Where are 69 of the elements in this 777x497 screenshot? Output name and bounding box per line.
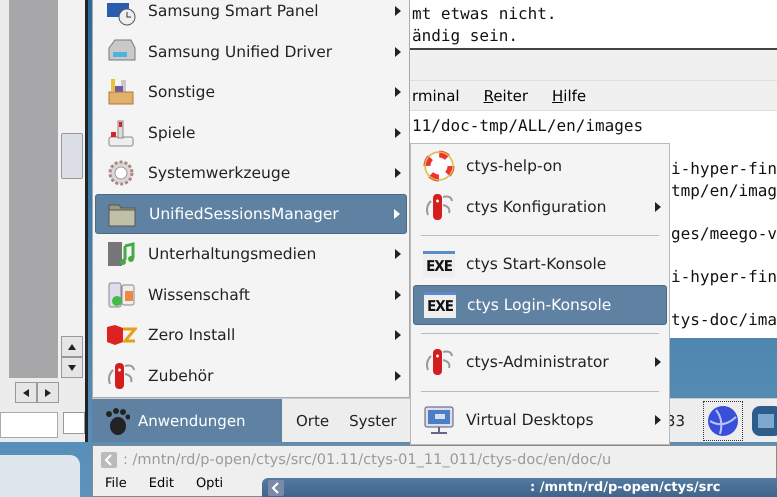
- menu-item[interactable]: Zero Install: [95, 315, 407, 356]
- terminal-text: i-hyper-fin: [671, 266, 777, 288]
- menu-item[interactable]: Zubehör: [95, 356, 407, 396]
- left-arrow-icon: [23, 388, 29, 396]
- menu-item[interactable]: ctys-help-on: [413, 146, 667, 186]
- panel-menu[interactable]: Orte: [290, 399, 336, 442]
- scrollbar[interactable]: [58, 0, 85, 378]
- menu-item[interactable]: Samsung Smart Panel: [95, 0, 407, 32]
- menu-item[interactable]: EXE ctys Login-Konsole: [413, 284, 667, 325]
- submenu-arrow-icon: [655, 357, 661, 368]
- right-arrow-icon: [45, 388, 51, 396]
- globe-icon: [706, 404, 740, 438]
- menu-item[interactable]: Sonstige: [95, 72, 407, 112]
- monitor-icon: [423, 404, 455, 436]
- scroll-right-button[interactable]: [37, 382, 59, 403]
- exe-icon: EXE: [423, 251, 455, 278]
- menu-item[interactable]: File: [105, 474, 127, 494]
- submenu-arrow-icon: [395, 249, 401, 260]
- submenu-arrow-icon: [395, 46, 401, 57]
- submenu-arrow-icon: [394, 208, 400, 219]
- menu-item[interactable]: Wissenschaft: [95, 274, 407, 315]
- exe-icon: EXE: [424, 292, 456, 318]
- submenu-arrow-icon: [395, 290, 401, 300]
- up-arrow-icon: [68, 344, 76, 350]
- menu-item[interactable]: EXE ctys Start-Konsole: [413, 244, 667, 284]
- submenu-arrow-icon: [655, 202, 661, 212]
- window-title: : /mntn/rd/p-open/ctys/src/01.11/ctys-01_11_011/ctys-doc/en/doc/u: [123, 452, 612, 468]
- input-field[interactable]: [0, 412, 58, 438]
- submenu-arrow-icon: [655, 414, 661, 425]
- scroll-down-button[interactable]: [60, 357, 82, 378]
- menu-item[interactable]: UnifiedSessionsManager: [95, 194, 407, 234]
- checkbox[interactable]: [63, 412, 85, 434]
- menu-item[interactable]: Hilfe: [552, 86, 586, 104]
- menu-item[interactable]: Spiele: [95, 112, 407, 153]
- panel-menu[interactable]: Anwendungen: [92, 399, 282, 442]
- submenu-arrow-icon: [395, 87, 401, 98]
- terminal-text: tmp/en/imag: [671, 180, 777, 202]
- globe-button[interactable]: [703, 400, 743, 440]
- panel-menu[interactable]: Syster: [343, 399, 403, 442]
- menu-item[interactable]: Unterhaltungsmedien: [95, 234, 407, 274]
- submenu-arrow-icon: [395, 6, 401, 16]
- terminal-text: mt etwas nicht.: [411, 3, 558, 25]
- terminal-text: ändig sein.: [411, 25, 519, 47]
- window-icon: [268, 480, 284, 496]
- submenu-arrow-icon: [395, 128, 401, 138]
- terminal-text: 11/doc-tmp/ALL/en/images: [411, 115, 644, 137]
- window-title: : /mntn/rd/p-open/ctys/src: [530, 479, 720, 496]
- menu-item[interactable]: Samsung Unified Driver: [95, 32, 407, 72]
- menu-item[interactable]: ctys-Administrator: [413, 342, 667, 382]
- submenu-arrow-icon: [395, 370, 401, 381]
- down-arrow-icon: [68, 364, 76, 370]
- scroll-up-button[interactable]: [60, 336, 82, 357]
- menu-item[interactable]: ctys Konfiguration: [413, 186, 667, 227]
- window-icon: [101, 452, 117, 468]
- terminal-text: i-hyper-fin: [671, 158, 777, 180]
- scroll-left-button[interactable]: [15, 382, 37, 403]
- submenu-arrow-icon: [395, 330, 401, 340]
- menu-item[interactable]: Virtual Desktops: [413, 400, 667, 440]
- menu-item[interactable]: Reiter: [484, 86, 528, 104]
- terminal-text: ges/meego-v: [671, 223, 777, 245]
- app-launcher-icon: [751, 404, 777, 438]
- menu-item[interactable]: Opti: [196, 474, 224, 494]
- submenu-arrow-icon: [395, 168, 401, 178]
- menu-item[interactable]: Edit: [148, 474, 174, 494]
- scroll-thumb[interactable]: [60, 133, 82, 179]
- menu-item[interactable]: Systemwerkzeuge: [95, 153, 407, 194]
- terminal-text: tys-doc/ima: [671, 309, 777, 331]
- menu-item[interactable]: rminal: [412, 86, 460, 104]
- lifebuoy-icon: [423, 150, 455, 182]
